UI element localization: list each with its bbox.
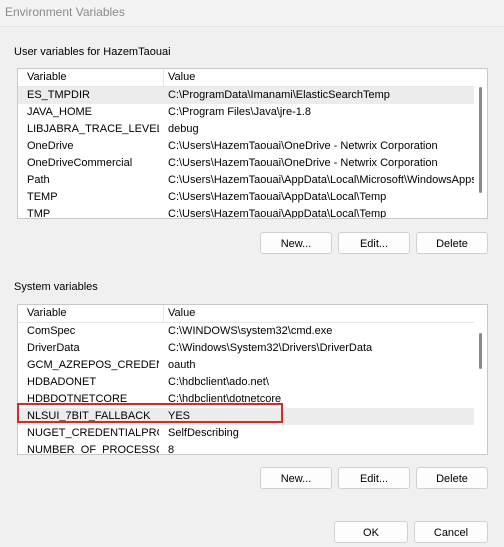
system-delete-button[interactable]: Delete — [416, 467, 488, 489]
table-row[interactable]: NUGET_CREDENTIALPROVI... SelfDescribing — [18, 425, 482, 442]
variable-name: HDBADONET — [27, 376, 97, 388]
table-row[interactable]: ComSpec C:\WINDOWS\system32\cmd.exe — [18, 323, 482, 340]
variable-value: C:\hdbclient\ado.net\ — [168, 376, 269, 388]
system-variables-label: System variables — [14, 281, 98, 293]
table-row[interactable]: GCM_AZREPOS_CREDENTI... oauth — [18, 357, 482, 374]
table-row[interactable]: DriverData C:\Windows\System32\Drivers\Dr… — [18, 340, 482, 357]
table-row[interactable]: Path C:\Users\HazemTaouai\AppData\Local\M… — [18, 172, 482, 189]
title-bar: Environment Variables — [0, 0, 504, 27]
ok-button[interactable]: OK — [334, 521, 408, 543]
table-row[interactable]: NUMBER_OF_PROCESSORS 8 — [18, 442, 482, 455]
user-delete-button[interactable]: Delete — [416, 232, 488, 254]
variable-value: C:\Users\HazemTaouai\AppData\Local\Temp — [168, 208, 387, 219]
system-edit-button[interactable]: Edit... — [338, 467, 410, 489]
variable-value: C:\Program Files\Java\jre-1.8 — [168, 106, 312, 118]
user-rows: ES_TMPDIR C:\ProgramData\Imanami\ElasticS… — [18, 87, 482, 219]
scrollbar-thumb[interactable] — [479, 333, 482, 369]
user-list-scrollbar[interactable] — [474, 69, 487, 218]
window-title: Environment Variables — [5, 5, 125, 19]
variable-value: C:\Users\HazemTaouai\AppData\Local\Micro… — [168, 174, 480, 186]
variable-name: DriverData — [27, 342, 80, 354]
cancel-button[interactable]: Cancel — [414, 521, 488, 543]
table-row[interactable]: OneDriveCommercial C:\Users\HazemTaouai\O… — [18, 155, 482, 172]
column-header-value[interactable]: Value — [168, 307, 195, 319]
table-row[interactable]: HDBADONET C:\hdbclient\ado.net\ — [18, 374, 482, 391]
variable-value: C:\Windows\System32\Drivers\DriverData — [168, 342, 373, 354]
variable-value: C:\Users\HazemTaouai\AppData\Local\Temp — [168, 191, 387, 203]
system-list-scrollbar[interactable] — [474, 305, 487, 454]
table-row[interactable]: TEMP C:\Users\HazemTaouai\AppData\Local\T… — [18, 189, 482, 206]
variable-name: JAVA_HOME — [27, 106, 92, 118]
table-row[interactable]: LIBJABRA_TRACE_LEVEL debug — [18, 121, 482, 138]
highlight-box — [17, 403, 283, 423]
variable-name: NUMBER_OF_PROCESSORS — [27, 444, 159, 455]
variable-name: GCM_AZREPOS_CREDENTI... — [27, 359, 159, 371]
user-list-header: Variable Value — [18, 69, 482, 87]
variable-name: OneDrive — [27, 140, 74, 152]
column-divider[interactable] — [163, 69, 164, 86]
variable-name: Path — [27, 174, 50, 186]
table-row[interactable]: JAVA_HOME C:\Program Files\Java\jre-1.8 — [18, 104, 482, 121]
variable-value: C:\WINDOWS\system32\cmd.exe — [168, 325, 333, 337]
variable-value: SelfDescribing — [168, 427, 239, 439]
variable-value: C:\Users\HazemTaouai\OneDrive - Netwrix … — [168, 140, 438, 152]
variable-name: ComSpec — [27, 325, 76, 337]
variable-value: debug — [168, 123, 199, 135]
table-row[interactable]: ES_TMPDIR C:\ProgramData\Imanami\ElasticS… — [18, 87, 482, 104]
variable-name: OneDriveCommercial — [27, 157, 133, 169]
system-variables-list[interactable]: Variable Value ComSpec C:\WINDOWS\system3… — [17, 304, 488, 455]
table-row[interactable]: TMP C:\Users\HazemTaouai\AppData\Local\Te… — [18, 206, 482, 219]
user-variables-list[interactable]: Variable Value ES_TMPDIR C:\ProgramData\I… — [17, 68, 488, 219]
user-variables-label: User variables for HazemTaouai — [14, 46, 171, 58]
user-new-button[interactable]: New... — [260, 232, 332, 254]
variable-name: ES_TMPDIR — [27, 89, 90, 101]
column-header-variable[interactable]: Variable — [27, 307, 67, 319]
table-row[interactable]: OneDrive C:\Users\HazemTaouai\OneDrive - … — [18, 138, 482, 155]
scrollbar-thumb[interactable] — [479, 87, 482, 193]
system-list-header: Variable Value — [18, 305, 482, 323]
variable-name: TMP — [27, 208, 51, 219]
variable-name: TEMP — [27, 191, 58, 203]
system-new-button[interactable]: New... — [260, 467, 332, 489]
variable-value: C:\ProgramData\Imanami\ElasticSearchTemp — [168, 89, 390, 101]
variable-value: C:\Users\HazemTaouai\OneDrive - Netwrix … — [168, 157, 438, 169]
variable-name: NUGET_CREDENTIALPROVI... — [27, 427, 159, 439]
column-header-variable[interactable]: Variable — [27, 71, 67, 83]
user-edit-button[interactable]: Edit... — [338, 232, 410, 254]
variable-value: oauth — [168, 359, 196, 371]
variable-name: LIBJABRA_TRACE_LEVEL — [27, 123, 159, 135]
system-rows: ComSpec C:\WINDOWS\system32\cmd.exe Driver… — [18, 323, 482, 455]
variable-value: 8 — [168, 444, 175, 455]
column-header-value[interactable]: Value — [168, 71, 195, 83]
column-divider[interactable] — [163, 305, 164, 322]
